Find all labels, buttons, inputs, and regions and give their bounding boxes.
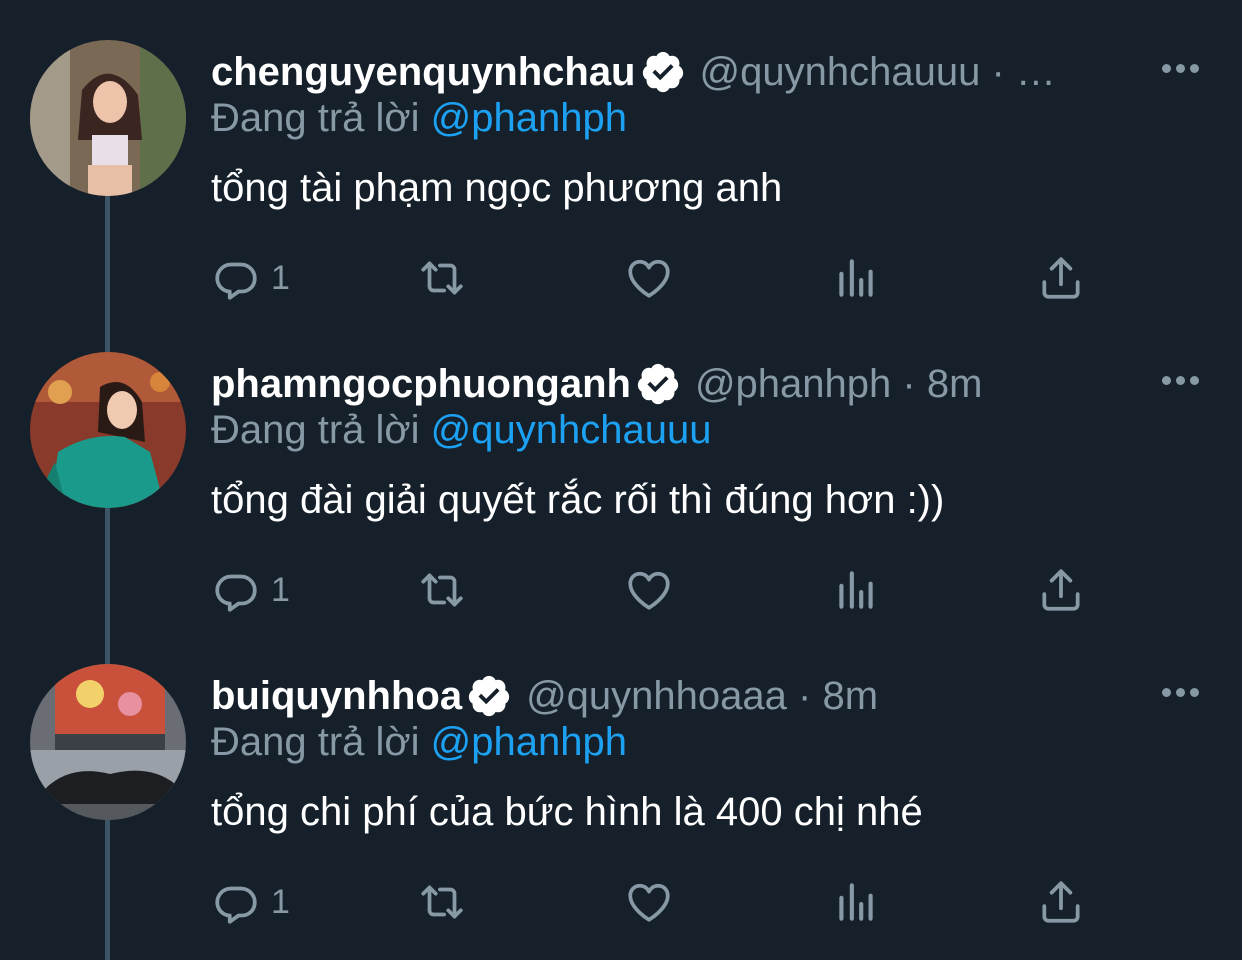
retweet-button[interactable]	[417, 874, 467, 930]
analytics-button[interactable]	[831, 874, 881, 930]
reply-count: 1	[271, 570, 290, 609]
avatar-image	[30, 40, 186, 196]
share-button[interactable]	[1036, 562, 1086, 618]
share-icon	[1042, 881, 1080, 923]
tweet-text: tổng chi phí của bức hình là 400 chị nhé	[211, 790, 923, 834]
reply-icon	[215, 262, 257, 300]
like-button[interactable]	[624, 874, 674, 930]
analytics-icon	[839, 883, 873, 921]
replying-prefix: Đang trả lời	[211, 96, 420, 140]
avatar[interactable]	[30, 40, 186, 196]
retweet-button[interactable]	[417, 562, 467, 618]
retweet-icon	[421, 885, 463, 919]
action-bar: 1	[0, 562, 1242, 618]
separator-dot: ·	[891, 361, 927, 406]
tweet[interactable]: chenguyenquynhchau @quynhchauuu · … Đang…	[0, 0, 1242, 312]
tweet[interactable]: buiquynhhoa @quynhhoaaa · 8m Đang trả lờ…	[0, 624, 1242, 936]
reply-button[interactable]: 1	[211, 874, 290, 930]
avatar[interactable]	[30, 352, 186, 508]
like-icon	[628, 883, 670, 922]
reply-count: 1	[271, 882, 290, 921]
more-icon[interactable]	[1155, 56, 1205, 80]
tweet-text: tổng tài phạm ngọc phương anh	[211, 166, 783, 210]
verified-badge-icon	[642, 51, 683, 93]
analytics-icon	[839, 571, 873, 609]
like-icon	[628, 259, 670, 298]
handle[interactable]: @quynhhoaaa	[526, 674, 787, 719]
like-button[interactable]	[624, 562, 674, 618]
replying-to: Đang trả lời @phanhph	[211, 96, 627, 141]
separator-dot: ·	[980, 49, 1016, 94]
replying-prefix: Đang trả lời	[211, 408, 420, 452]
more-icon[interactable]	[1155, 680, 1205, 704]
reply-button[interactable]: 1	[211, 250, 290, 306]
handle[interactable]: @quynhchauuu	[700, 50, 981, 95]
more-icon[interactable]	[1155, 368, 1205, 392]
replying-to-mention[interactable]: @quynhchauuu	[431, 408, 712, 452]
display-name[interactable]: phamngocphuonganh	[211, 362, 631, 407]
separator-dot: ·	[786, 673, 823, 718]
analytics-icon	[839, 259, 873, 297]
share-icon	[1042, 569, 1080, 611]
timestamp[interactable]: …	[1016, 50, 1056, 95]
replying-to: Đang trả lời @phanhph	[211, 720, 627, 765]
action-bar: 1	[0, 250, 1242, 306]
timestamp[interactable]: 8m	[822, 674, 878, 719]
replying-to-mention[interactable]: @phanhph	[431, 720, 627, 764]
reply-icon	[215, 574, 257, 612]
reply-count: 1	[271, 258, 290, 297]
timestamp[interactable]: 8m	[927, 362, 983, 407]
analytics-button[interactable]	[831, 250, 881, 306]
display-name[interactable]: chenguyenquynhchau	[211, 50, 636, 95]
retweet-button[interactable]	[417, 250, 467, 306]
like-icon	[628, 571, 670, 610]
avatar-image	[30, 352, 186, 508]
share-button[interactable]	[1036, 250, 1086, 306]
retweet-icon	[421, 261, 463, 295]
retweet-icon	[421, 573, 463, 607]
share-button[interactable]	[1036, 874, 1086, 930]
share-icon	[1042, 257, 1080, 299]
avatar[interactable]	[30, 664, 186, 820]
tweet-text: tổng đài giải quyết rắc rối thì đúng hơn…	[211, 478, 945, 522]
reply-icon	[215, 886, 257, 924]
replying-to-mention[interactable]: @phanhph	[431, 96, 627, 140]
verified-badge-icon	[637, 363, 679, 405]
analytics-button[interactable]	[831, 562, 881, 618]
action-bar: 1	[0, 874, 1242, 930]
replying-to: Đang trả lời @quynhchauuu	[211, 408, 712, 453]
reply-button[interactable]: 1	[211, 562, 290, 618]
like-button[interactable]	[624, 250, 674, 306]
display-name[interactable]: buiquynhhoa	[211, 674, 462, 719]
verified-badge-icon	[468, 675, 510, 717]
handle[interactable]: @phanhph	[695, 362, 891, 407]
replying-prefix: Đang trả lời	[211, 720, 420, 764]
tweet[interactable]: phamngocphuonganh @phanhph · 8m Đang trả…	[0, 312, 1242, 624]
avatar-image	[30, 664, 186, 820]
